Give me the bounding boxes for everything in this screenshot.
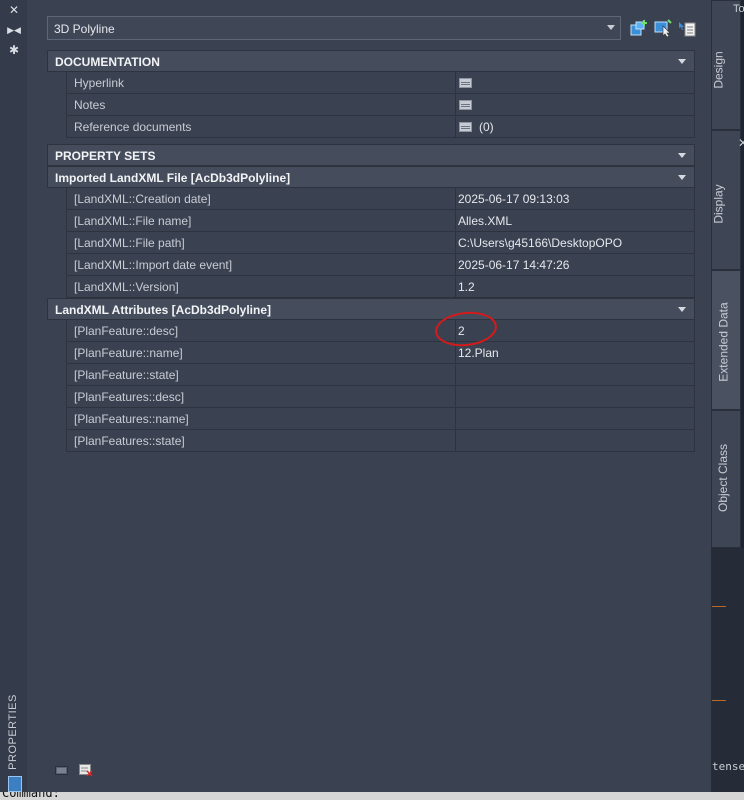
property-label: [PlanFeatures::state] [67, 430, 456, 451]
notes-editor-icon[interactable] [459, 99, 472, 110]
property-value[interactable]: 12.Plan [456, 342, 694, 363]
property-label: Hyperlink [67, 72, 456, 93]
property-label: [PlanFeatures::name] [67, 408, 456, 429]
category-title: Imported LandXML File [AcDb3dPolyline] [55, 171, 291, 185]
hyperlink-editor-icon[interactable] [459, 77, 472, 88]
property-label: [PlanFeatures::desc] [67, 386, 456, 407]
property-value[interactable] [456, 430, 694, 451]
property-row-reference-documents[interactable]: Reference documents (0) [66, 116, 695, 138]
background-window-fragment: To [733, 3, 744, 15]
property-label: [PlanFeature::desc] [67, 320, 456, 341]
property-row[interactable]: [LandXML::File name] Alles.XML [66, 210, 695, 232]
settings-gear-icon[interactable]: ✱ [7, 43, 21, 57]
property-row[interactable]: [LandXML::Import date event] 2025-06-17 … [66, 254, 695, 276]
command-prompt: Command: [2, 792, 60, 800]
property-label: [PlanFeature::state] [67, 364, 456, 385]
tab-design[interactable]: Design [711, 0, 741, 130]
property-label: Reference documents [67, 116, 456, 137]
chevron-down-icon [607, 25, 615, 30]
drawing-line-fragment [712, 700, 726, 701]
property-row[interactable]: [PlanFeatures::desc] [66, 386, 695, 408]
tab-label: Design [711, 51, 726, 89]
property-label: Notes [67, 94, 456, 115]
collapse-icon[interactable] [678, 175, 686, 180]
quick-properties-icon[interactable] [79, 764, 93, 776]
add-to-selection-icon[interactable] [630, 19, 648, 37]
palette-title: PROPERTIES [7, 694, 19, 770]
pickadd-toggle-icon[interactable] [678, 19, 696, 37]
subcategory-imported-landxml[interactable]: Imported LandXML File [AcDb3dPolyline] [47, 166, 695, 188]
tab-label: Object Class [716, 443, 731, 513]
collapse-icon[interactable] [678, 307, 686, 312]
property-row[interactable]: [PlanFeature::state] [66, 364, 695, 386]
property-label: [LandXML::Creation date] [67, 188, 456, 209]
tab-label: Extended Data [716, 302, 731, 382]
property-value[interactable]: Alles.XML [456, 210, 694, 231]
category-title: PROPERTY SETS [55, 149, 156, 163]
object-type-dropdown[interactable]: 3D Polyline [47, 16, 621, 40]
reference-documents-icon[interactable] [459, 121, 472, 132]
close-icon[interactable]: ✕ [7, 3, 21, 17]
tab-display[interactable]: Display [711, 130, 741, 270]
property-grid: DOCUMENTATION Hyperlink Notes Reference … [47, 50, 695, 452]
property-value[interactable] [456, 364, 694, 385]
palette-menu-icon[interactable] [8, 776, 22, 792]
subcategory-landxml-attributes[interactable]: LandXML Attributes [AcDb3dPolyline] [47, 298, 695, 320]
category-property-sets[interactable]: PROPERTY SETS [47, 144, 695, 166]
command-line[interactable]: Command: [0, 792, 744, 800]
property-value[interactable]: 2025-06-17 09:13:03 [456, 188, 694, 209]
tab-object-class[interactable]: Object Class [711, 410, 741, 548]
collapse-icon[interactable] [678, 153, 686, 158]
toggle-value-icon[interactable] [55, 764, 69, 776]
property-row-hyperlink[interactable]: Hyperlink [66, 72, 695, 94]
property-label: [LandXML::File name] [67, 210, 456, 231]
object-type-value: 3D Polyline [54, 22, 115, 36]
quick-select-icon[interactable] [654, 19, 672, 37]
property-value[interactable]: (0) [456, 116, 694, 137]
tab-extended-data[interactable]: Extended Data [711, 270, 741, 410]
property-row[interactable]: [PlanFeature::name] 12.Plan [66, 342, 695, 364]
reference-count: (0) [479, 119, 494, 134]
properties-palette: 3D Polyline DOCUMENTATION Hyperlink Note… [27, 0, 711, 792]
close-icon[interactable]: ✕ [738, 136, 744, 150]
property-row-notes[interactable]: Notes [66, 94, 695, 116]
property-value[interactable]: 1.2 [456, 276, 694, 297]
autohide-icon[interactable]: ▶◀ [7, 23, 21, 37]
property-value[interactable]: C:\Users\g45166\DesktopOPO [456, 232, 694, 253]
property-value[interactable]: 2025-06-17 14:47:26 [456, 254, 694, 275]
property-row[interactable]: [PlanFeature::desc] 2 [66, 320, 695, 342]
property-value[interactable] [456, 94, 694, 115]
property-value[interactable] [456, 72, 694, 93]
palette-tabs: Design Display Extended Data Object Clas… [711, 0, 744, 548]
collapse-icon[interactable] [678, 59, 686, 64]
property-value[interactable] [456, 408, 694, 429]
property-value[interactable] [456, 386, 694, 407]
property-label: [LandXML::Version] [67, 276, 456, 297]
property-row[interactable]: [LandXML::File path] C:\Users\g45166\Des… [66, 232, 695, 254]
property-row[interactable]: [PlanFeatures::name] [66, 408, 695, 430]
command-history-fragment: tense [712, 760, 744, 773]
property-row[interactable]: [PlanFeatures::state] [66, 430, 695, 452]
property-row[interactable]: [LandXML::Version] 1.2 [66, 276, 695, 298]
category-title: DOCUMENTATION [55, 55, 160, 69]
category-title: LandXML Attributes [AcDb3dPolyline] [55, 303, 272, 317]
palette-title-bar: ✕ ▶◀ ✱ PROPERTIES [0, 0, 28, 800]
property-row[interactable]: [LandXML::Creation date] 2025-06-17 09:1… [66, 188, 695, 210]
property-label: [PlanFeature::name] [67, 342, 456, 363]
tab-label: Display [711, 184, 726, 224]
property-label: [LandXML::File path] [67, 232, 456, 253]
category-documentation[interactable]: DOCUMENTATION [47, 50, 695, 72]
drawing-line-fragment [712, 606, 726, 607]
property-label: [LandXML::Import date event] [67, 254, 456, 275]
